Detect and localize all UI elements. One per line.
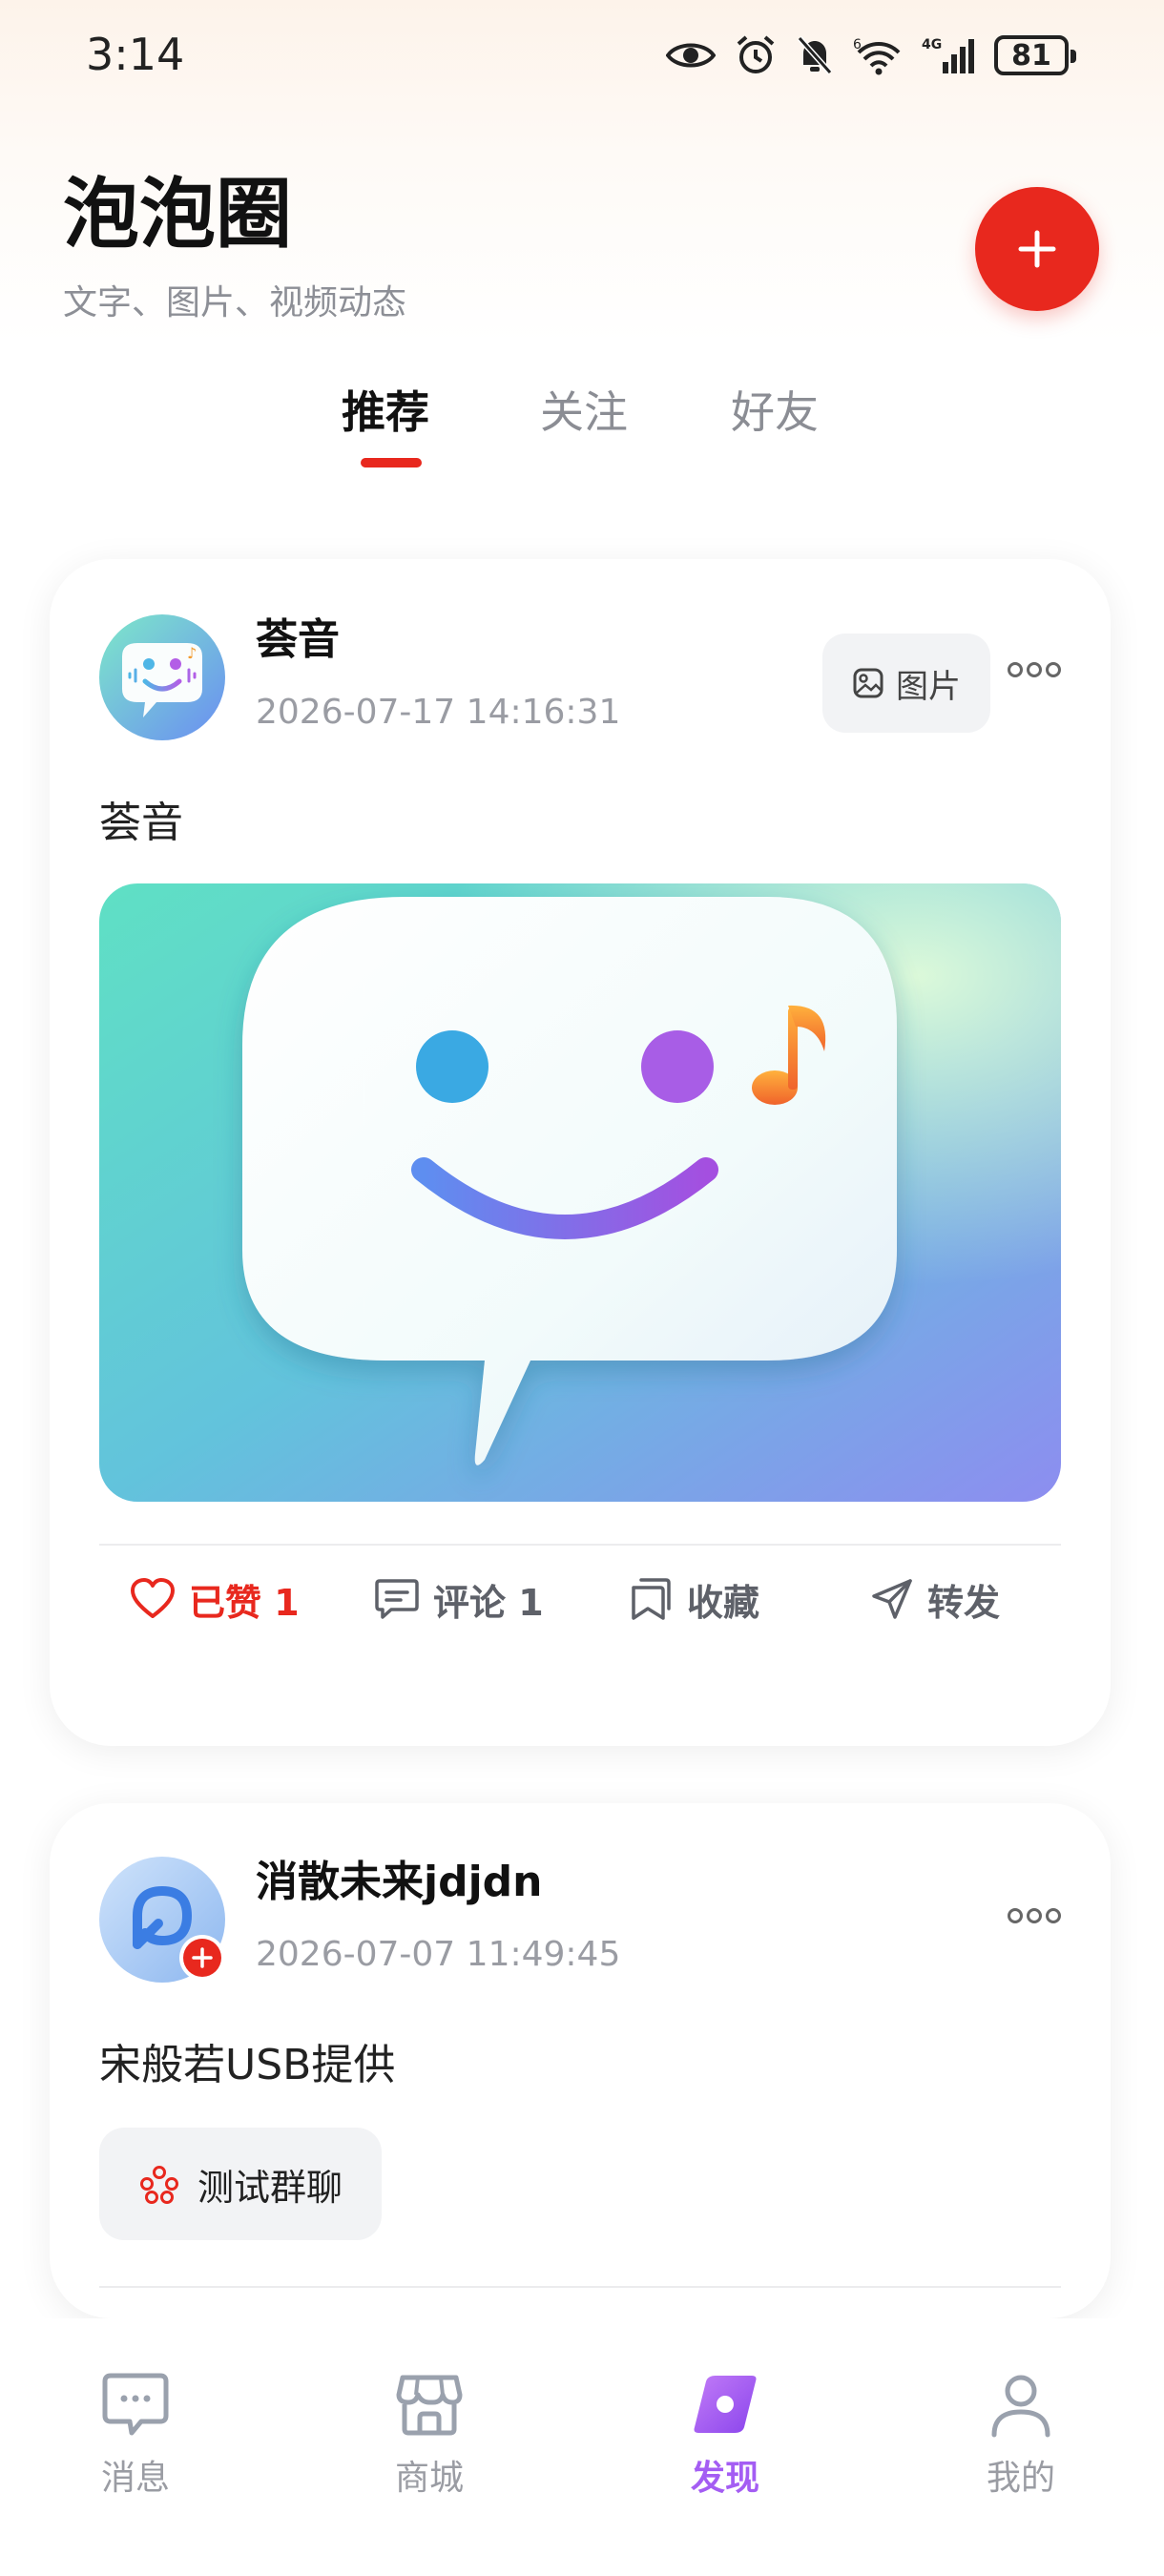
like-button[interactable]: 已赞 1 — [130, 1561, 300, 1637]
status-bar: 3:14 6 4G 81 — [0, 0, 1164, 114]
nav-label: 消息 — [100, 2459, 170, 2498]
status-time: 3:14 — [86, 29, 185, 80]
nav-label: 发现 — [690, 2459, 759, 2498]
post-text: 荟音 — [99, 799, 183, 847]
tab-recommend[interactable]: 推荐 — [342, 378, 429, 441]
svg-text:4G: 4G — [922, 37, 942, 52]
post-card[interactable]: ♪ 荟音 2026-07-17 14:16:31 图片 荟音 已赞 1 评论 1… — [50, 559, 1111, 1746]
profile-icon — [991, 2375, 1050, 2438]
page-subtitle: 文字、图片、视频动态 — [63, 283, 407, 322]
avatar[interactable]: ♪ — [99, 614, 225, 740]
discover-icon — [694, 2376, 757, 2433]
svg-text:♪: ♪ — [187, 644, 197, 662]
tab-friends[interactable]: 好友 — [731, 378, 819, 441]
message-icon — [102, 2373, 169, 2436]
plus-icon — [1018, 230, 1056, 268]
group-chat-chip[interactable]: 测试群聊 — [99, 2128, 382, 2240]
bookmark-icon — [632, 1578, 671, 1620]
signal-icon: 4G — [922, 37, 974, 73]
more-options-icon[interactable] — [1008, 660, 1061, 683]
tab-active-indicator — [361, 458, 422, 467]
post-timestamp: 2026-07-07 11:49:45 — [256, 1935, 621, 1974]
favorite-label: 收藏 — [687, 1581, 760, 1624]
post-timestamp: 2026-07-17 14:16:31 — [256, 693, 621, 732]
post-username[interactable]: 消散未来jdjdn — [256, 1847, 542, 1908]
nav-label: 商城 — [394, 2459, 464, 2498]
divider — [99, 1544, 1061, 1546]
send-icon — [872, 1579, 912, 1619]
mute-bell-icon — [797, 36, 833, 74]
post-actions: 已赞 1 评论 1 收藏 转发 — [50, 1561, 1111, 1637]
feed-tabs: 推荐 关注 好友 — [0, 372, 1164, 477]
image-icon — [853, 668, 883, 698]
comment-icon — [375, 1579, 419, 1619]
post-image[interactable] — [99, 883, 1061, 1502]
heart-icon — [131, 1578, 175, 1618]
more-options-icon[interactable] — [1008, 1906, 1061, 1929]
eye-icon — [666, 43, 716, 68]
like-label: 已赞 1 — [189, 1581, 300, 1624]
battery-indicator: 81 — [994, 35, 1076, 75]
post-type-label: 图片 — [896, 667, 961, 706]
comment-button[interactable]: 评论 1 — [374, 1561, 544, 1637]
status-icons: 6 4G 81 — [666, 32, 1076, 78]
post-text: 宋般若USB提供 — [99, 2041, 396, 2089]
nav-item-discover[interactable]: 发现 — [630, 2368, 821, 2500]
nav-item-store[interactable]: 商城 — [334, 2368, 525, 2500]
wifi-icon: 6 — [853, 37, 901, 75]
nav-label: 我的 — [986, 2459, 1055, 2498]
tab-following[interactable]: 关注 — [540, 378, 628, 441]
comment-label: 评论 1 — [433, 1581, 544, 1624]
divider — [99, 2286, 1061, 2288]
post-type-badge: 图片 — [822, 634, 990, 733]
post-card[interactable]: 消散未来jdjdn 2026-07-07 11:49:45 宋般若USB提供 测… — [50, 1803, 1111, 2318]
avatar[interactable] — [99, 1857, 225, 1983]
nav-item-profile[interactable]: 我的 — [925, 2368, 1116, 2500]
favorite-button[interactable]: 收藏 — [628, 1561, 759, 1637]
store-icon — [396, 2375, 463, 2436]
share-button[interactable]: 转发 — [870, 1561, 1000, 1637]
alarm-icon — [737, 35, 775, 73]
add-post-button[interactable] — [975, 187, 1099, 311]
post-username[interactable]: 荟音 — [256, 605, 340, 666]
share-label: 转发 — [927, 1581, 1001, 1624]
nav-item-messages[interactable]: 消息 — [40, 2368, 231, 2500]
group-icon — [139, 2166, 178, 2204]
group-chip-label: 测试群聊 — [197, 2166, 343, 2209]
bottom-nav: 消息 商城 发现 我的 — [0, 2318, 1164, 2576]
page-title: 泡泡圈 — [63, 170, 292, 259]
